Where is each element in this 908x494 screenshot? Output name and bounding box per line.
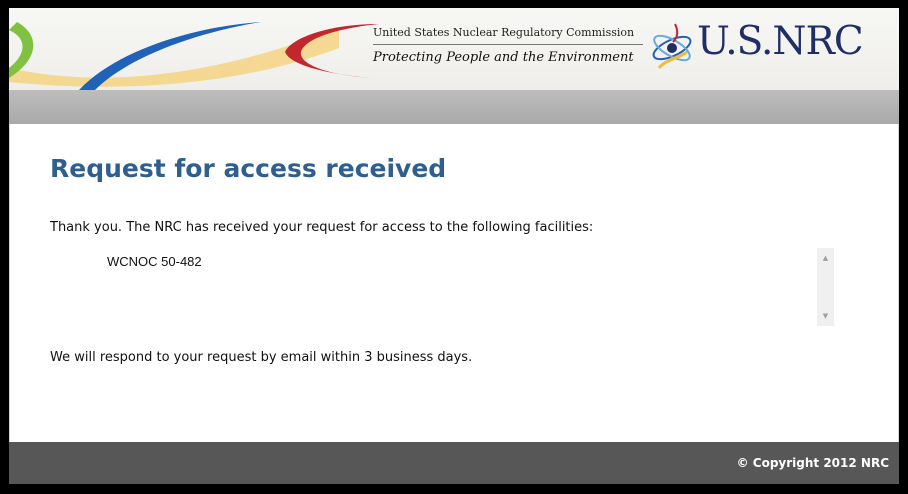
facility-list-scrollbar[interactable]: ▲ ▼ bbox=[817, 248, 834, 326]
site-banner: United States Nuclear Regulatory Commiss… bbox=[9, 8, 899, 90]
copyright-text: © Copyright 2012 NRC bbox=[736, 456, 889, 470]
facility-list[interactable]: WCNOC 50-482 ▲ ▼ bbox=[50, 248, 835, 326]
list-item: WCNOC 50-482 bbox=[107, 254, 202, 269]
confirmation-message: Thank you. The NRC has received your req… bbox=[50, 220, 594, 235]
scroll-up-icon[interactable]: ▲ bbox=[817, 251, 834, 265]
agency-tagline: Protecting People and the Environment bbox=[373, 50, 634, 65]
page-title: Request for access received bbox=[50, 154, 447, 183]
navigation-bar bbox=[9, 90, 899, 124]
agency-name: United States Nuclear Regulatory Commiss… bbox=[373, 26, 635, 39]
page-frame: United States Nuclear Regulatory Commiss… bbox=[9, 8, 899, 484]
scroll-down-icon[interactable]: ▼ bbox=[817, 309, 834, 323]
tagline-divider bbox=[373, 44, 643, 45]
atom-swirl-icon bbox=[652, 23, 692, 70]
nrc-logo[interactable]: U.S.NRC bbox=[697, 19, 864, 64]
main-content: Request for access received Thank you. T… bbox=[9, 124, 899, 442]
response-time-note: We will respond to your request by email… bbox=[50, 350, 473, 365]
page-footer: © Copyright 2012 NRC bbox=[9, 442, 899, 484]
